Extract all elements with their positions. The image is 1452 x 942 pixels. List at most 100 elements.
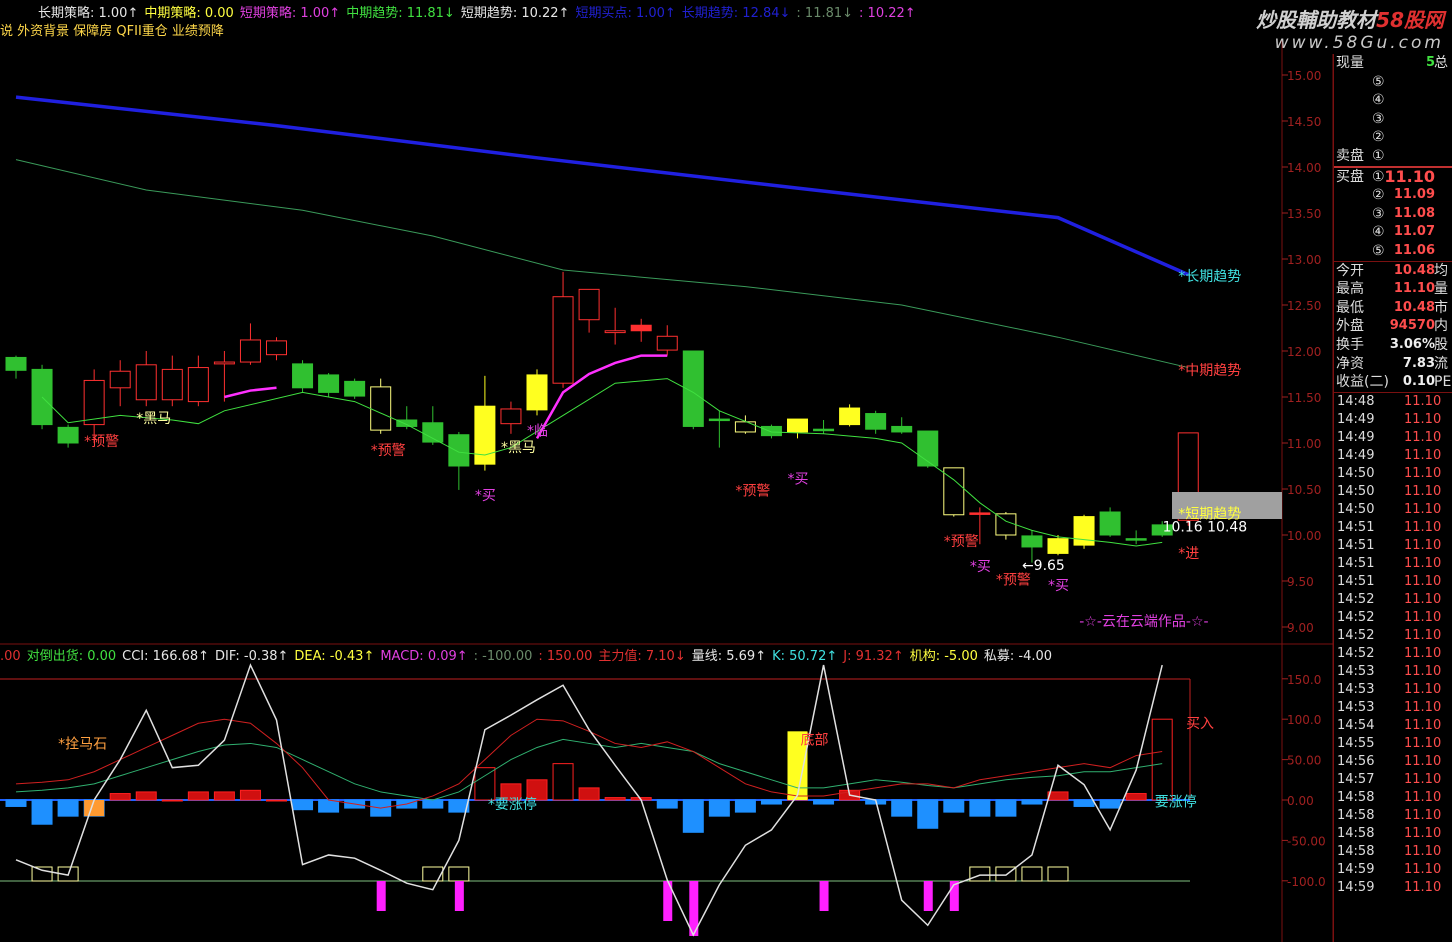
signal-box xyxy=(31,866,53,882)
chart-annotation: *黑马 xyxy=(136,411,171,427)
tick-price: 11.10 xyxy=(1404,627,1442,643)
tick-price: 11.10 xyxy=(1404,825,1442,841)
tick-row: 14:58 11.10 xyxy=(1334,825,1452,843)
tick-row: 14:53 11.10 xyxy=(1334,681,1452,699)
indicator-item: J: 91.32↑ xyxy=(843,649,904,664)
stat-label: 收益(二) xyxy=(1336,374,1389,391)
watermark-text: 炒股輔助教材 xyxy=(1256,8,1377,32)
stat-row: 最低 10.48 市 xyxy=(1334,299,1452,318)
tick-price: 11.10 xyxy=(1404,609,1442,625)
candle xyxy=(813,428,835,432)
magenta-bar xyxy=(376,881,386,911)
candle xyxy=(474,405,496,465)
tick-row: 14:50 11.10 xyxy=(1334,501,1452,519)
watermark-url: www.58Gu.com xyxy=(1274,33,1444,53)
tick-time: 14:49 xyxy=(1337,411,1375,427)
candle xyxy=(865,413,887,430)
candle xyxy=(552,296,574,384)
tick-time: 14:51 xyxy=(1337,537,1375,553)
stat-label-right: 内 xyxy=(1434,318,1448,335)
candle xyxy=(630,324,652,332)
stat-label-right: 股 xyxy=(1434,336,1448,353)
candle xyxy=(526,374,548,411)
y-tick-label: 13.50 xyxy=(1287,207,1321,221)
tick-price: 11.10 xyxy=(1404,411,1442,427)
chart-annotation: ←9.65 xyxy=(1022,558,1065,574)
histogram-bar xyxy=(578,787,600,801)
y-tick-label: 14.50 xyxy=(1287,115,1321,129)
tick-price: 11.10 xyxy=(1404,645,1442,661)
header-item: 短期买点: 1.00↑ xyxy=(575,6,676,21)
chart-annotation: *预警 xyxy=(996,573,1031,589)
tick-price: 11.10 xyxy=(1404,429,1442,445)
tick-price: 11.10 xyxy=(1404,591,1442,607)
chart-annotation: *预警 xyxy=(944,534,979,550)
candle xyxy=(995,513,1017,536)
stat-value: 7.83 xyxy=(1402,355,1435,371)
histogram-bar xyxy=(734,799,756,813)
candle xyxy=(5,356,27,371)
histogram-bar xyxy=(1047,791,1069,801)
tick-time: 14:56 xyxy=(1337,753,1375,769)
tick-price: 11.10 xyxy=(1404,393,1442,409)
header-item: 中期趋势: 11.81↓ xyxy=(346,6,455,21)
tick-price: 11.10 xyxy=(1404,843,1442,859)
indicator-item: 量线: 5.69↑ xyxy=(691,649,767,664)
short-trend-line xyxy=(41,378,1163,547)
stat-label: 最低 xyxy=(1336,299,1364,316)
buy-level-row: ④ 11.07 xyxy=(1334,223,1452,242)
bid-price: 11.08 xyxy=(1393,205,1435,221)
candle xyxy=(708,418,730,422)
level-number: ② xyxy=(1372,129,1385,146)
stat-label-right: 流 xyxy=(1434,355,1448,372)
tick-time: 14:53 xyxy=(1337,663,1375,679)
chart-annotation: *进 xyxy=(1178,546,1199,562)
candle xyxy=(917,430,939,467)
indicator-item: .00 xyxy=(0,649,21,664)
y-tick-label: -100.0 xyxy=(1287,875,1326,889)
indicator-item: MACD: 0.09↑ xyxy=(380,649,468,664)
mid-trend-line xyxy=(15,159,1189,369)
sell-level-row: ② xyxy=(1334,128,1452,147)
tick-time: 14:55 xyxy=(1337,735,1375,751)
tick-price: 11.10 xyxy=(1404,879,1442,895)
sub-indicator-header: .00 对倒出货: 0.00 CCI: 166.68↑ DIF: -0.38↑ DEA:… xyxy=(0,645,1058,664)
tick-price: 11.10 xyxy=(1404,861,1442,877)
watermark-brand: 58股网 xyxy=(1376,8,1444,32)
level-number: ③ xyxy=(1372,110,1385,127)
candle xyxy=(1125,538,1147,541)
buy-levels: 买盘 ① 11.10 ② 11.09 ③ 11.08 ④ 11.07 ⑤ 11.06 xyxy=(1334,165,1452,261)
bid-price: 11.07 xyxy=(1393,224,1435,240)
y-tick-label: 10.00 xyxy=(1287,529,1321,543)
stat-row: 外盘 94570 内 xyxy=(1334,317,1452,336)
stat-value: 3.06% xyxy=(1389,336,1435,352)
indicator-item: DEA: -0.43↑ xyxy=(294,649,375,664)
tick-price: 11.10 xyxy=(1404,465,1442,481)
chart-annotation: *买 xyxy=(788,471,809,487)
volume-row: 现量 5 总 xyxy=(1334,54,1452,73)
tick-row: 14:51 11.10 xyxy=(1334,573,1452,591)
y-tick-label: 11.50 xyxy=(1287,391,1321,405)
stock-chart[interactable]: 15.00 14.50 14.00 13.50 13.00 12.50 12.00 11.50… xyxy=(0,0,1452,942)
tick-price: 11.10 xyxy=(1404,717,1442,733)
histogram-bar xyxy=(213,791,235,801)
histogram-bar xyxy=(708,799,730,817)
tick-time: 14:50 xyxy=(1337,465,1375,481)
stat-row: 今开 10.48 均 xyxy=(1334,262,1452,281)
y-tick-label: 12.50 xyxy=(1287,299,1321,313)
watermark: 炒股輔助教材58股网 www.58Gu.com xyxy=(1256,4,1444,53)
tick-time: 14:57 xyxy=(1337,771,1375,787)
buy-level-row: ③ 11.08 xyxy=(1334,205,1452,224)
tick-row: 14:52 11.10 xyxy=(1334,627,1452,645)
candle xyxy=(787,418,808,433)
buy-label: 买盘 xyxy=(1336,168,1364,185)
signal-box xyxy=(448,866,470,882)
y-tick-label: 14.00 xyxy=(1287,161,1321,175)
magenta-bar xyxy=(819,881,829,911)
chart-annotation: *预警 xyxy=(371,443,406,459)
main-indicator-header: 长期策略: 1.00↑ 中期策略: 0.00 短期策略: 1.00↑ 中期趋势: 11… xyxy=(38,2,922,21)
histogram-bar xyxy=(1099,799,1121,809)
tick-price: 11.10 xyxy=(1404,501,1442,517)
volume-value: 5 xyxy=(1425,55,1435,70)
candle xyxy=(239,339,261,363)
